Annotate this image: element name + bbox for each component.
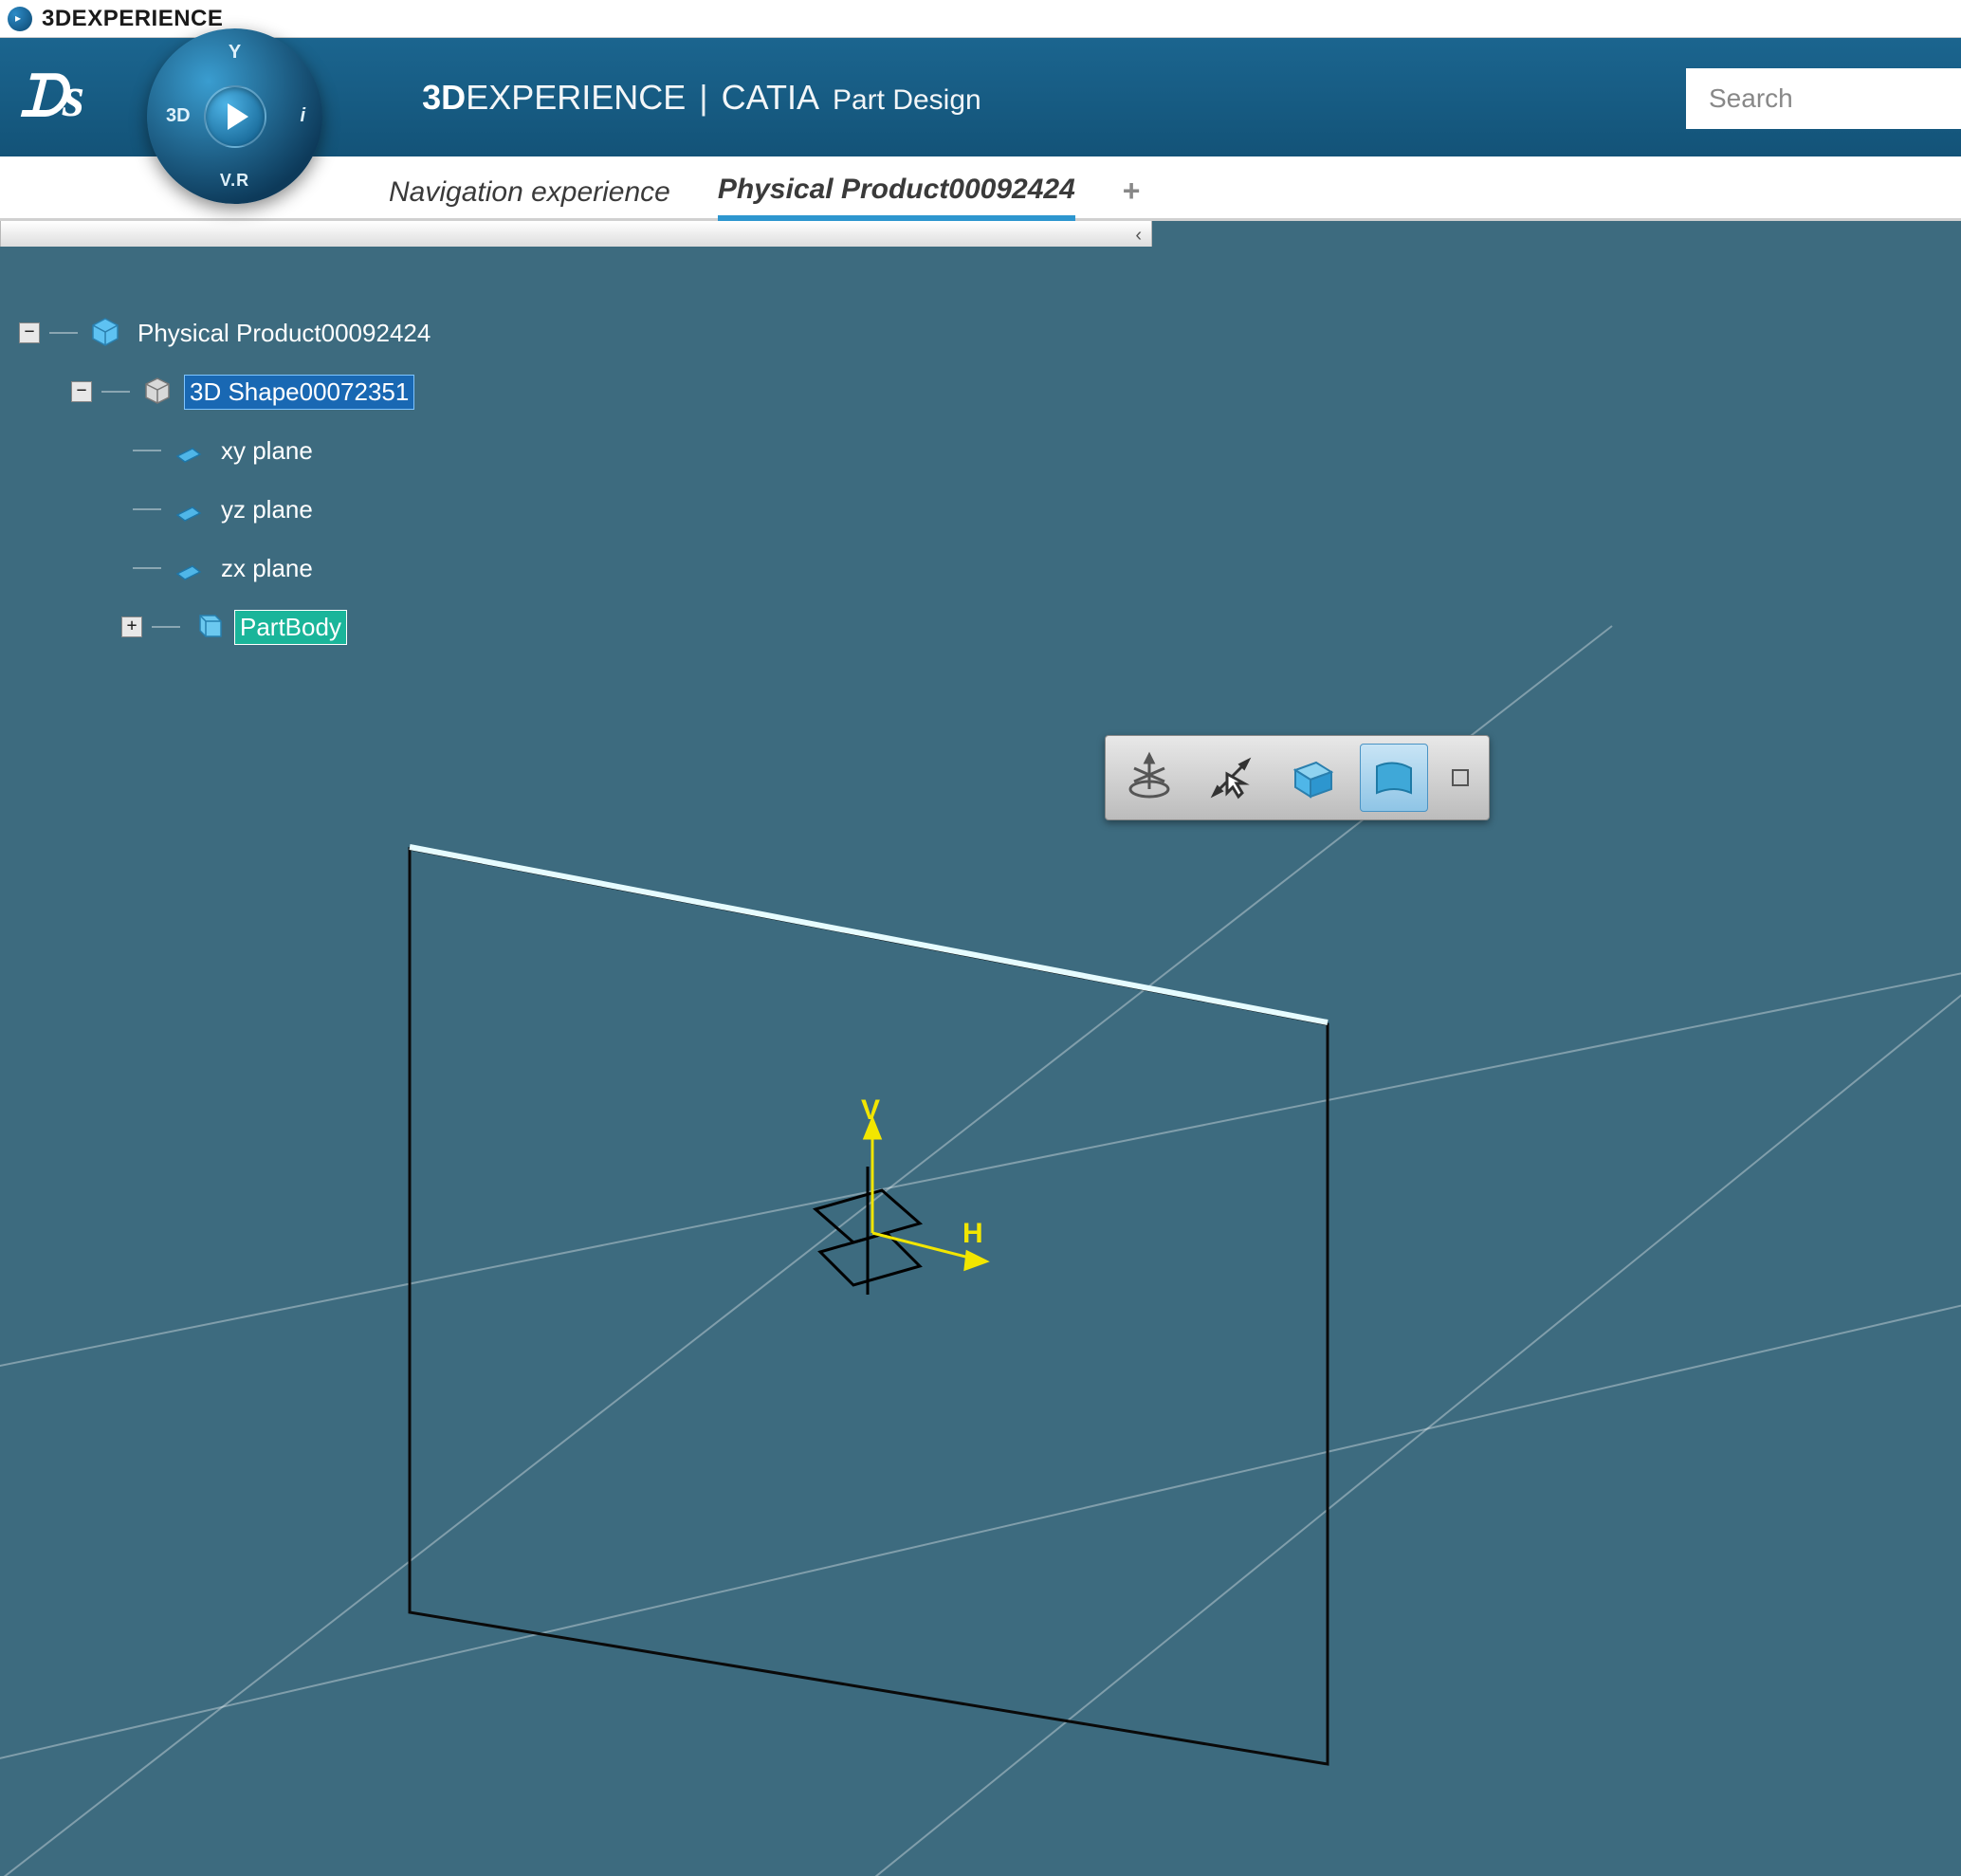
- sketch-plane: [410, 849, 1328, 1764]
- tree-plane-label[interactable]: zx plane: [216, 552, 318, 585]
- normal-view-button[interactable]: [1197, 744, 1265, 812]
- app-name: CATIA: [722, 78, 819, 118]
- module-name: Part Design: [833, 84, 981, 117]
- window-title: 3DEXPERIENCE: [42, 6, 223, 32]
- collapse-icon[interactable]: −: [71, 381, 92, 402]
- brand-bold: 3D: [422, 78, 466, 118]
- tree-connector: [49, 332, 78, 334]
- shape-icon: [139, 374, 175, 410]
- compass-west[interactable]: 3D: [166, 105, 191, 127]
- collapse-icon[interactable]: −: [19, 322, 40, 343]
- tab-add-button[interactable]: +: [1123, 174, 1141, 218]
- compass[interactable]: Y V.R 3D i: [147, 28, 322, 204]
- plane-icon: [171, 432, 207, 469]
- robot-icon: [1123, 751, 1176, 804]
- stop-button[interactable]: [1441, 744, 1479, 812]
- tree-shape[interactable]: − 3D Shape00072351: [71, 362, 435, 421]
- tree-connector: [152, 626, 180, 628]
- ds-logo[interactable]: ᗪs: [19, 64, 81, 130]
- tree-connector: [133, 450, 161, 451]
- tab-physical-product[interactable]: Physical Product00092424: [718, 174, 1075, 221]
- robot-manipulator-button[interactable]: [1115, 744, 1183, 812]
- cursor-arrows-icon: [1204, 751, 1257, 804]
- brand-bar: ᗪs Y V.R 3D i 3DEXPERIENCE | CATIA Part …: [0, 38, 1961, 156]
- window-title-bar: 3DEXPERIENCE: [0, 0, 1961, 38]
- tree-partbody[interactable]: + PartBody: [121, 598, 435, 656]
- tab-navigation-experience[interactable]: Navigation experience: [389, 176, 670, 218]
- tree-plane-yz[interactable]: yz plane: [133, 480, 435, 539]
- context-toolbar[interactable]: [1105, 735, 1490, 820]
- tree-partbody-label[interactable]: PartBody: [235, 611, 346, 644]
- play-icon: [228, 103, 248, 130]
- tree-root-label[interactable]: Physical Product00092424: [133, 317, 435, 350]
- chevron-left-icon[interactable]: ‹: [1135, 225, 1142, 247]
- compass-east[interactable]: i: [300, 105, 305, 127]
- tree-plane-label[interactable]: xy plane: [216, 434, 318, 468]
- spec-tree[interactable]: − Physical Product00092424 − 3D Shape000…: [19, 303, 435, 656]
- app-title: 3DEXPERIENCE | CATIA Part Design: [422, 78, 981, 118]
- tree-plane-zx[interactable]: zx plane: [133, 539, 435, 598]
- search-input[interactable]: [1686, 68, 1961, 129]
- partbody-icon: [190, 609, 226, 645]
- tree-connector: [133, 508, 161, 510]
- viewport-3d[interactable]: V H − Physical Product00092424 − 3D Shap…: [0, 247, 1961, 1876]
- tree-connector: [133, 567, 161, 569]
- tree-root[interactable]: − Physical Product00092424: [19, 303, 435, 362]
- compass-play-button[interactable]: [204, 85, 266, 148]
- plane-icon: [171, 550, 207, 586]
- app-icon: [8, 7, 32, 31]
- tree-plane-xy[interactable]: xy plane: [133, 421, 435, 480]
- product-icon: [87, 315, 123, 351]
- tree-shape-label[interactable]: 3D Shape00072351: [185, 376, 413, 409]
- tree-connector: [101, 391, 130, 393]
- cutting-plane-button[interactable]: [1360, 744, 1428, 812]
- depth-effect-button[interactable]: [1278, 744, 1347, 812]
- brand-light: EXPERIENCE: [466, 78, 686, 118]
- stop-icon: [1452, 769, 1469, 786]
- brand-divider: |: [699, 78, 707, 118]
- axis-v-label: V: [861, 1094, 880, 1126]
- compass-north[interactable]: Y: [229, 42, 241, 64]
- compass-south[interactable]: V.R: [220, 171, 249, 191]
- tree-plane-label[interactable]: yz plane: [216, 493, 318, 526]
- box-icon: [1286, 751, 1339, 804]
- plane-icon: [171, 491, 207, 527]
- sheet-icon: [1367, 751, 1420, 804]
- expand-icon[interactable]: +: [121, 616, 142, 637]
- axis-h-label: H: [962, 1218, 983, 1249]
